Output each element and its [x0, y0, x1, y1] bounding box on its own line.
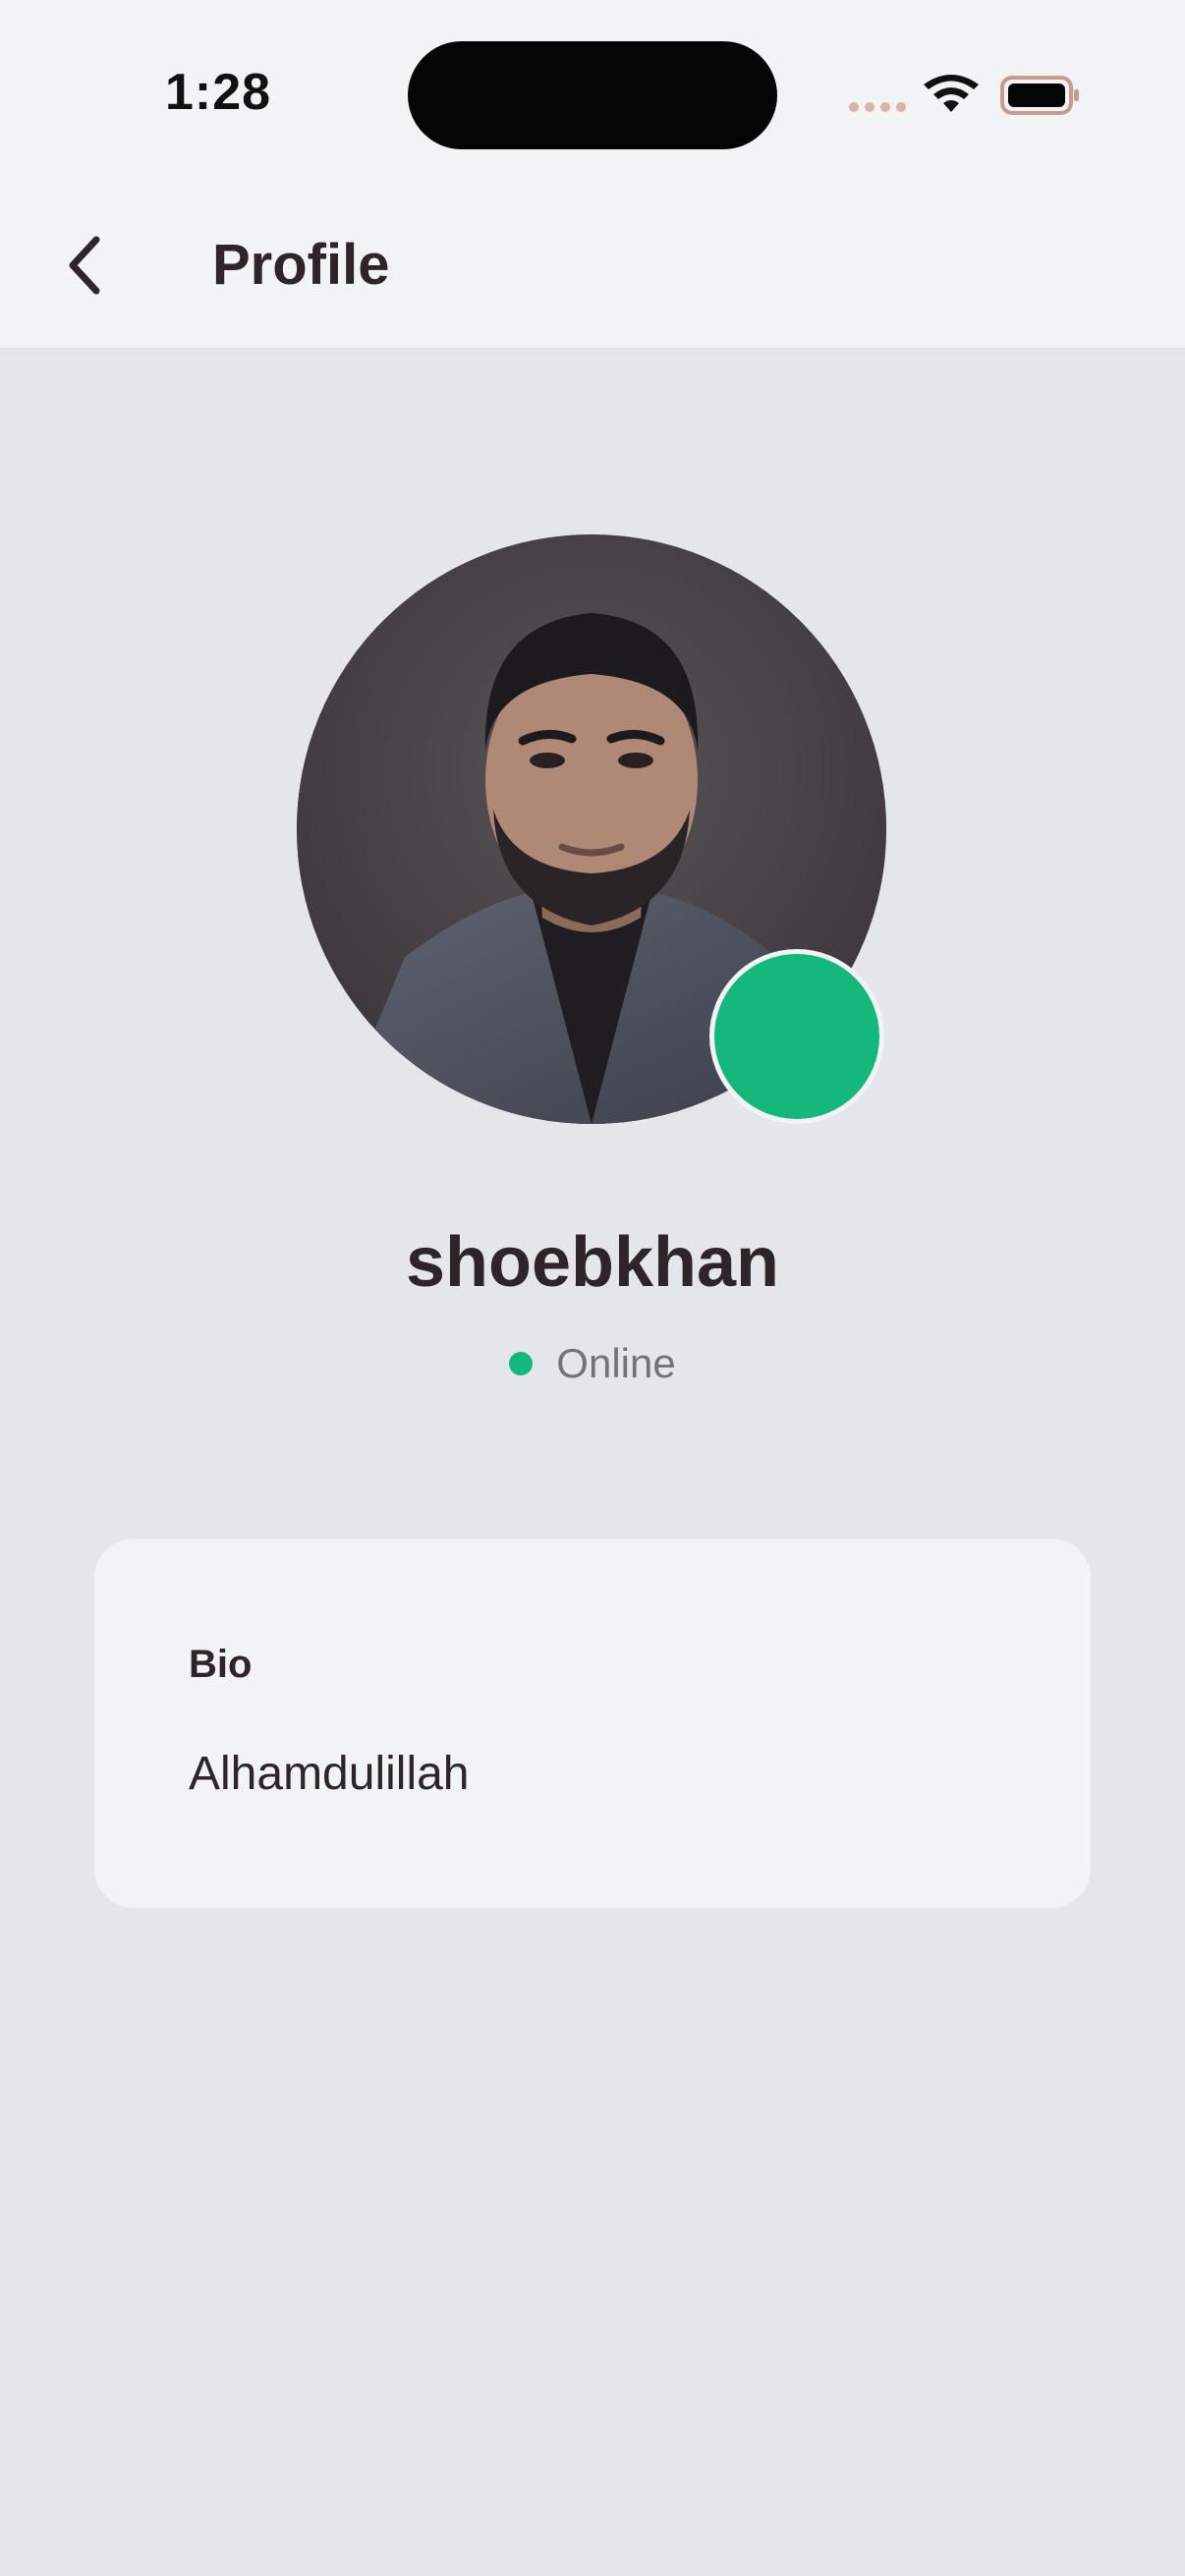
page-title: Profile — [212, 233, 390, 297]
status-label: Online — [556, 1340, 676, 1386]
dynamic-island — [408, 41, 777, 149]
wifi-icon — [924, 75, 979, 112]
chevron-left-icon — [69, 236, 100, 295]
status-bar: 1:28 — [0, 0, 1185, 196]
profile-avatar-container — [297, 534, 886, 1124]
online-indicator-icon — [509, 1352, 534, 1375]
profile-username: shoebkhan — [405, 1223, 780, 1302]
navigation-bar: Profile — [0, 196, 1185, 348]
bio-label: Bio — [189, 1643, 253, 1686]
bio-card: Bio Alhamdulillah — [94, 1539, 1091, 1908]
cellular-signal-icon — [849, 102, 908, 116]
back-button[interactable] — [49, 226, 128, 305]
online-status-dot — [709, 949, 884, 1124]
battery-icon — [1000, 76, 1079, 115]
presence-status: Online — [0, 1340, 1185, 1387]
status-time: 1:28 — [165, 64, 272, 121]
bio-text: Alhamdulillah — [189, 1748, 470, 1800]
